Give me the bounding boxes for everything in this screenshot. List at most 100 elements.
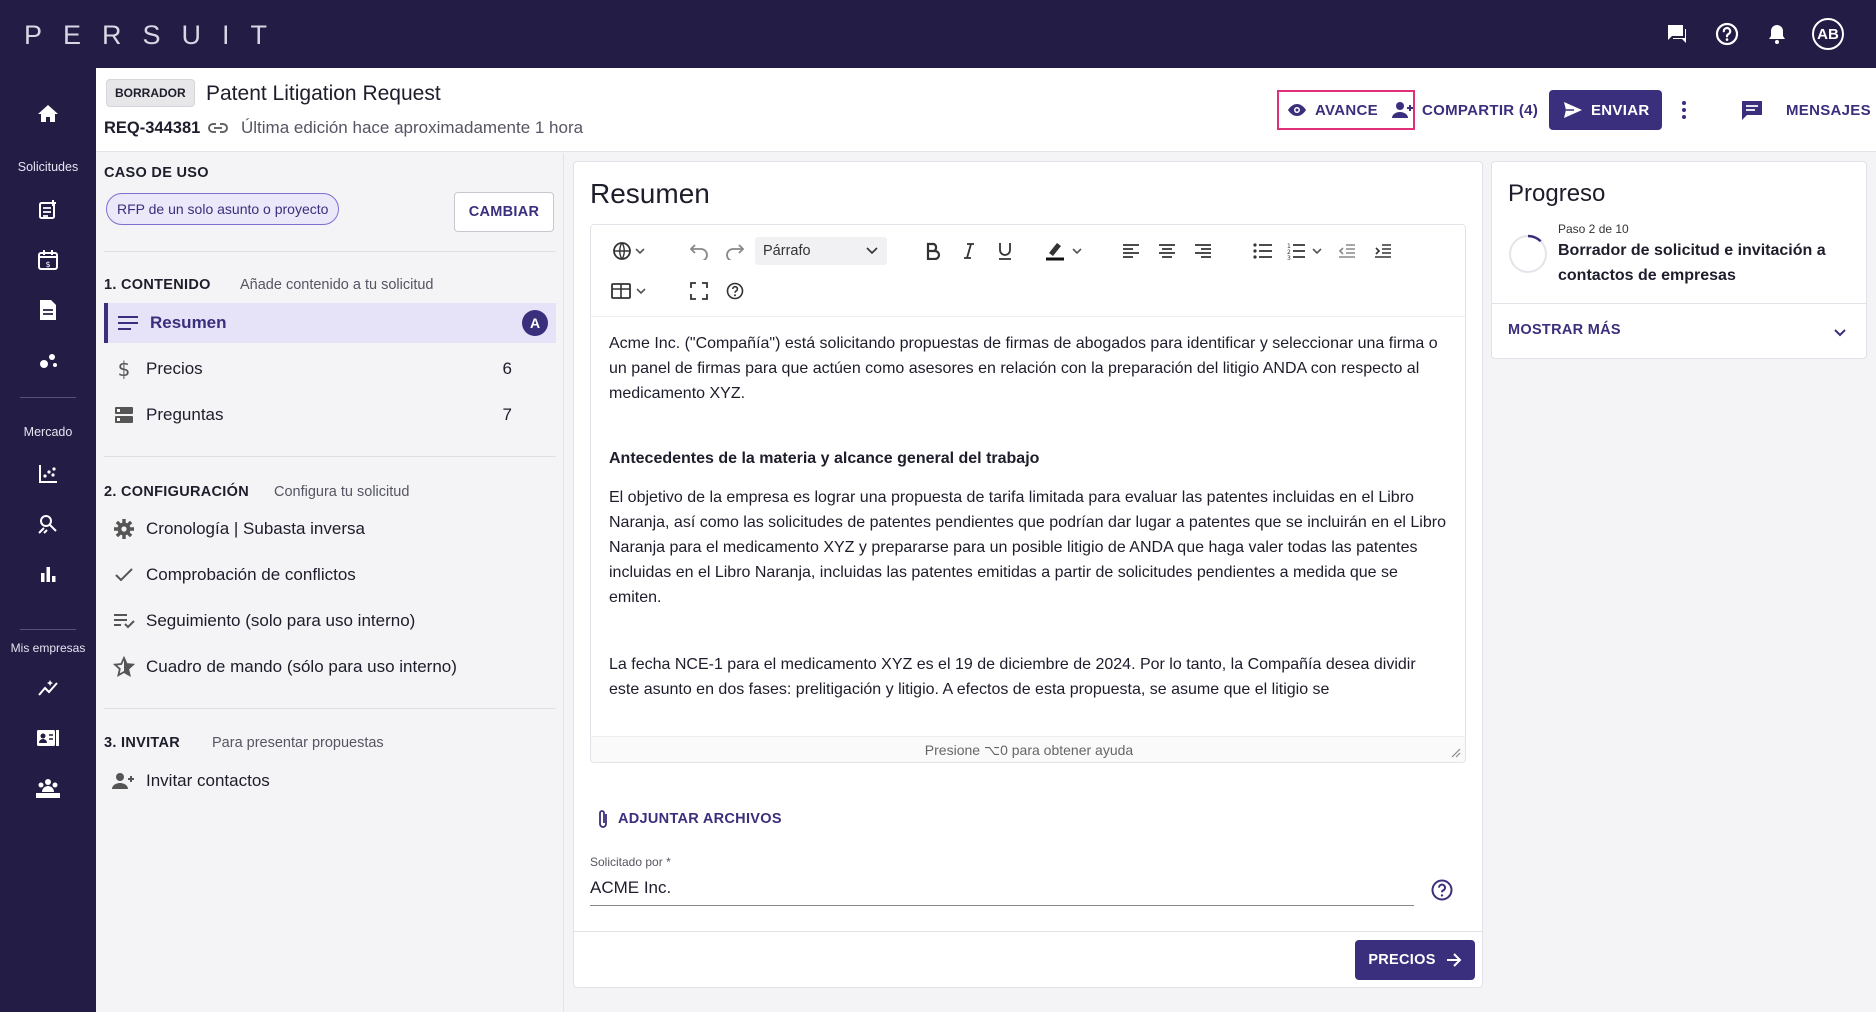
sidebar-item-label: Cronología | Subasta inversa (146, 519, 365, 538)
bullet-list-icon[interactable] (1251, 237, 1275, 265)
messages-button[interactable]: MENSAJES (1740, 90, 1871, 130)
divider (104, 456, 556, 457)
bell-icon[interactable] (1762, 19, 1792, 49)
section-invite-title: 3. INVITAR (104, 735, 181, 751)
nav-section-mis-empresas: Mis empresas (10, 641, 86, 655)
nav-divider (20, 397, 76, 398)
next-pricing-button[interactable]: PRECIOS (1355, 940, 1475, 980)
section-invite-subtitle: Para presentar propuestas (212, 735, 384, 751)
request-title: Patent Litigation Request (206, 82, 441, 105)
align-right-icon[interactable] (1191, 237, 1215, 265)
change-use-case-button[interactable]: CAMBIAR (454, 192, 554, 232)
attach-files-button[interactable]: ADJUNTAR ARCHIVOS (596, 808, 782, 830)
sidebar-item-cuadro-de-mando[interactable]: Cuadro de mando (sólo para uso interno) (104, 647, 556, 687)
chat-icon[interactable] (1662, 19, 1692, 49)
request-header: BORRADOR Patent Litigation Request REQ-3… (96, 68, 1876, 152)
language-icon[interactable] (609, 237, 649, 265)
contact-card-icon[interactable] (32, 722, 64, 754)
network-icon[interactable] (32, 344, 64, 376)
sidebar-item-preguntas[interactable]: Preguntas 7 (104, 395, 556, 435)
top-bar: PERSUIT AB (0, 0, 1876, 68)
sidebar-item-label: Resumen (150, 313, 227, 332)
status-badge: BORRADOR (106, 79, 195, 107)
summary-paragraph-3: La fecha NCE-1 para el medicamento XYZ e… (609, 656, 1416, 698)
next-pricing-label: PRECIOS (1368, 952, 1436, 968)
progress-ring-icon (1508, 234, 1548, 274)
progress-title: Progreso (1508, 180, 1606, 207)
home-icon[interactable] (32, 98, 64, 130)
section-config-subtitle: Configura tu solicitud (274, 484, 410, 500)
summary-paragraph-1: Acme Inc. ("Compañía") está solicitando … (609, 335, 1438, 402)
more-options-icon[interactable] (1681, 90, 1687, 130)
link-icon[interactable] (208, 121, 228, 135)
requested-by-label: Solicitado por * (590, 855, 671, 869)
underline-icon[interactable] (993, 237, 1017, 265)
bar-chart-icon[interactable] (32, 558, 64, 590)
calendar-icon[interactable]: $ (32, 244, 64, 276)
undo-icon[interactable] (687, 237, 711, 265)
request-id: REQ-344381 (104, 119, 201, 137)
attach-files-label: ADJUNTAR ARCHIVOS (618, 811, 782, 827)
divider (104, 251, 556, 252)
paragraph-style-value: Párrafo (763, 243, 811, 259)
paperclip-icon (599, 810, 607, 828)
sidebar-item-label: Comprobación de conflictos (146, 565, 356, 584)
help-icon[interactable] (1430, 878, 1454, 902)
arrow-right-icon (1446, 953, 1462, 967)
page-title: Resumen (590, 178, 710, 209)
outdent-icon[interactable] (1335, 237, 1359, 265)
rich-text-editor[interactable]: Párrafo 123 Acme Inc. ("Compañía") está … (590, 224, 1466, 763)
insights-icon[interactable] (32, 672, 64, 704)
sidebar-item-resumen[interactable]: Resumen A (104, 303, 556, 343)
editor-help-icon[interactable] (723, 277, 747, 305)
indent-icon[interactable] (1371, 237, 1395, 265)
requested-by-input[interactable]: ACME Inc. (590, 874, 1414, 906)
nav-divider (20, 629, 76, 630)
left-navigation: Solicitudes $ Mercado Mis empresas (0, 68, 96, 1012)
sidebar-item-conflictos[interactable]: Comprobación de conflictos (104, 555, 556, 595)
sidebar-item-count: 7 (502, 405, 512, 424)
scatter-chart-icon[interactable] (32, 458, 64, 490)
highlight-color-icon[interactable] (1045, 237, 1085, 265)
sidebar-item-precios[interactable]: $ Precios 6 (104, 349, 556, 389)
share-button[interactable]: COMPARTIR (4) (1392, 90, 1538, 130)
sidebar-item-label: Seguimiento (solo para uso interno) (146, 611, 416, 630)
sidebar-item-invitar[interactable]: Invitar contactos (104, 761, 556, 801)
use-case-chip[interactable]: RFP de un solo asunto o proyecto (106, 193, 340, 225)
use-case-title: CASO DE USO (104, 165, 209, 181)
list-icon (106, 405, 142, 425)
italic-icon[interactable] (957, 237, 981, 265)
show-more-button[interactable]: MOSTRAR MÁS (1508, 322, 1621, 338)
share-label: COMPARTIR (4) (1422, 101, 1539, 119)
bold-icon[interactable] (921, 237, 945, 265)
help-icon[interactable] (1712, 19, 1742, 49)
sidebar-item-seguimiento[interactable]: Seguimiento (solo para uso interno) (104, 601, 556, 641)
paragraph-style-select[interactable]: Párrafo (755, 237, 887, 265)
svg-text:$: $ (45, 260, 50, 269)
chevron-down-icon[interactable] (1832, 324, 1848, 340)
sidebar-item-cronologia[interactable]: Cronología | Subasta inversa (104, 509, 556, 549)
user-avatar[interactable]: AB (1812, 18, 1844, 50)
messages-icon (1742, 101, 1762, 120)
new-request-icon[interactable] (32, 194, 64, 226)
preview-label: AVANCE (1315, 101, 1378, 119)
fullscreen-icon[interactable] (687, 277, 711, 305)
sidebar-item-label: Precios (146, 359, 203, 378)
eye-icon (1288, 104, 1306, 116)
editor-toolbar: Párrafo 123 (591, 225, 1465, 317)
editor-content[interactable]: Acme Inc. ("Compañía") está solicitando … (591, 317, 1465, 737)
align-left-icon[interactable] (1119, 237, 1143, 265)
market-search-icon[interactable] (32, 508, 64, 540)
section-content-subtitle: Añade contenido a tu solicitud (240, 277, 434, 293)
resize-handle-icon[interactable] (1451, 748, 1461, 758)
teams-icon[interactable] (32, 772, 64, 804)
numbered-list-icon[interactable]: 123 (1287, 237, 1327, 265)
table-icon[interactable] (609, 277, 649, 305)
redo-icon[interactable] (723, 237, 747, 265)
add-person-icon (106, 772, 142, 790)
send-button[interactable]: ENVIAR (1549, 90, 1662, 130)
align-center-icon[interactable] (1155, 237, 1179, 265)
persuit-logo[interactable]: PERSUIT (24, 20, 288, 51)
assignee-badge: A (522, 310, 548, 336)
document-icon[interactable] (32, 294, 64, 326)
